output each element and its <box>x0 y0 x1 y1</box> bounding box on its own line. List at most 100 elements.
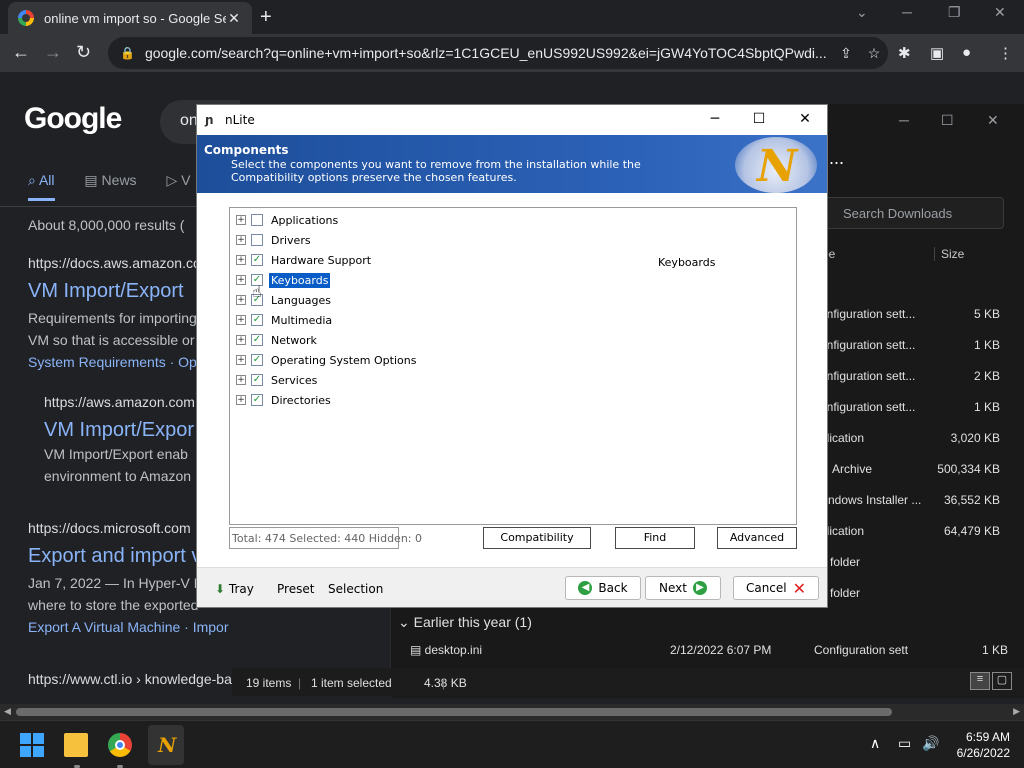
cancel-button[interactable]: Cancel ✕ <box>733 576 819 600</box>
checkbox[interactable]: ✓ <box>251 314 263 326</box>
nlite-dialog: ɲ nLite ─ ☐ ✕ Components Select the comp… <box>196 104 828 608</box>
next-arrow-icon: ▶ <box>692 581 707 595</box>
tray-icon: ⬇ <box>215 582 226 596</box>
close-window-button[interactable]: ✕ <box>994 4 1006 21</box>
tree-node-languages[interactable]: + ✓ Languages <box>236 291 333 309</box>
new-tab-button[interactable]: + <box>260 6 272 29</box>
expand-icon[interactable]: + <box>236 355 246 365</box>
column-size-header[interactable]: Size <box>934 247 964 261</box>
expand-icon[interactable]: + <box>236 215 246 225</box>
tiles-view-icon[interactable]: ▢ <box>992 672 1012 690</box>
tree-node-directories[interactable]: + ✓ Directories <box>236 391 333 409</box>
preset-button[interactable]: Preset <box>277 582 314 596</box>
side-panel-icon[interactable]: ▣ <box>930 44 944 62</box>
checkbox[interactable]: ✓ <box>251 354 263 366</box>
file-explorer-icon[interactable] <box>64 733 88 757</box>
result-cite[interactable]: https://www.ctl.io › knowledge-ba <box>28 671 232 687</box>
google-logo[interactable]: Google <box>24 102 122 136</box>
tab-videos[interactable]: ▷ V <box>166 172 190 188</box>
tree-node-services[interactable]: + ✓ Services <box>236 371 319 389</box>
next-button[interactable]: Next ▶ <box>645 576 721 600</box>
tray-button[interactable]: ⬇ Tray <box>215 582 254 596</box>
result-title[interactable]: Export and import v <box>28 545 201 568</box>
profile-icon[interactable]: ● <box>962 44 971 61</box>
explorer-maximize-button[interactable]: ☐ <box>941 112 954 129</box>
checkbox[interactable] <box>251 214 263 226</box>
volume-icon[interactable]: 🔊 <box>922 735 939 752</box>
details-view-icon[interactable]: ≡ <box>970 672 990 690</box>
chrome-icon[interactable] <box>108 733 132 757</box>
tab-news[interactable]: ▤ News <box>84 172 136 188</box>
menu-kebab-icon[interactable]: ⋮ <box>998 44 1013 62</box>
expand-icon[interactable]: + <box>236 235 246 245</box>
expand-icon[interactable]: + <box>236 295 246 305</box>
share-icon[interactable]: ⇪ <box>832 45 860 62</box>
nlite-maximize-button[interactable]: ☐ <box>749 111 769 127</box>
advanced-button[interactable]: Advanced <box>717 527 797 549</box>
selection-count: 1 item selected <box>311 676 392 690</box>
result-cite[interactable]: https://docs.microsoft.com <box>28 520 191 536</box>
network-icon[interactable]: ▭ <box>898 735 911 752</box>
find-button[interactable]: Find <box>615 527 695 549</box>
expand-icon[interactable]: + <box>236 375 246 385</box>
explorer-search-input[interactable]: Search Downloads <box>820 197 1004 229</box>
result-cite[interactable]: https://aws.amazon.com <box>44 394 195 410</box>
scroll-left-icon[interactable]: ◀ <box>4 706 11 717</box>
result-title[interactable]: VM Import/Export <box>28 280 184 303</box>
tab-search-icon[interactable]: ⌄ <box>856 4 868 21</box>
compatibility-button[interactable]: Compatibility <box>483 527 591 549</box>
nlite-minimize-button[interactable]: ─ <box>705 111 725 127</box>
tree-node-os-options[interactable]: + ✓ Operating System Options <box>236 351 418 369</box>
result-cite[interactable]: https://docs.aws.amazon.co <box>28 255 201 271</box>
checkbox[interactable]: ✓ <box>251 254 263 266</box>
reload-icon[interactable]: ↻ <box>76 42 91 63</box>
expand-icon[interactable]: + <box>236 335 246 345</box>
result-title[interactable]: VM Import/Expor <box>44 419 194 442</box>
tree-node-network[interactable]: + ✓ Network <box>236 331 319 349</box>
tree-node-keyboards[interactable]: + ✓ Keyboards <box>236 271 332 289</box>
start-windows-icon[interactable] <box>20 733 44 757</box>
clock-time: 6:59 AM <box>965 730 1010 744</box>
checkbox[interactable]: ✓ <box>251 394 263 406</box>
result-sitelinks[interactable]: System Requirements · Ope <box>28 354 205 370</box>
group-header[interactable]: ⌄ Earlier this year (1) <box>398 614 532 631</box>
clock[interactable]: 6:59 AM 6/26/2022 <box>944 729 1010 761</box>
address-bar[interactable]: 🔒 google.com/search?q=online+vm+import+s… <box>108 37 888 69</box>
bookmark-star-icon[interactable]: ☆ <box>860 45 888 62</box>
expand-icon[interactable]: + <box>236 275 246 285</box>
minimize-button[interactable]: ─ <box>902 4 912 20</box>
tree-node-applications[interactable]: + Applications <box>236 211 340 229</box>
result-sitelinks[interactable]: Export A Virtual Machine · Impor <box>28 619 229 635</box>
restore-button[interactable]: ❐ <box>948 4 961 21</box>
see-more-icon[interactable]: ... <box>829 148 844 169</box>
explorer-close-button[interactable]: ✕ <box>987 112 999 129</box>
checkbox[interactable]: ✓ <box>251 374 263 386</box>
tab-all[interactable]: ⌕ All <box>28 172 55 201</box>
tree-node-drivers[interactable]: + Drivers <box>236 231 313 249</box>
expand-icon[interactable]: + <box>236 255 246 265</box>
expand-icon[interactable]: + <box>236 395 246 405</box>
nlite-close-button[interactable]: ✕ <box>795 111 815 127</box>
checkbox[interactable]: ✓ <box>251 334 263 346</box>
scroll-right-icon[interactable]: ▶ <box>1013 706 1020 717</box>
horizontal-scrollbar[interactable]: ◀ ▶ <box>0 704 1024 720</box>
scrollbar-thumb[interactable] <box>16 708 892 716</box>
checkbox[interactable] <box>251 234 263 246</box>
tree-node-multimedia[interactable]: + ✓ Multimedia <box>236 311 334 329</box>
table-row[interactable]: ▤ desktop.ini 2/12/2022 6:07 PM Configur… <box>410 643 1010 657</box>
browser-tab[interactable]: online vm import so - Google Se ✕ <box>8 2 252 34</box>
back-button[interactable]: ◀ Back <box>565 576 641 600</box>
result-snippet: environment to Amazon <box>44 468 192 484</box>
back-arrow-icon[interactable]: ← <box>12 42 30 63</box>
nlite-taskbar-icon[interactable]: N <box>148 725 184 765</box>
tab-close-icon[interactable]: ✕ <box>226 10 242 27</box>
extensions-icon[interactable]: ✱ <box>898 44 911 62</box>
expand-icon[interactable]: + <box>236 315 246 325</box>
tree-node-hardware-support[interactable]: + ✓ Hardware Support <box>236 251 373 269</box>
result-count: About 8,000,000 results ( <box>28 217 185 233</box>
explorer-minimize-button[interactable]: ─ <box>899 112 909 128</box>
components-tree[interactable]: + Applications + Drivers + ✓ Hardware Suppor… <box>229 207 797 525</box>
show-hidden-icons-chevron-icon[interactable]: ∧ <box>870 735 880 752</box>
selection-button[interactable]: Selection <box>328 582 383 596</box>
forward-arrow-icon[interactable]: → <box>44 42 62 63</box>
